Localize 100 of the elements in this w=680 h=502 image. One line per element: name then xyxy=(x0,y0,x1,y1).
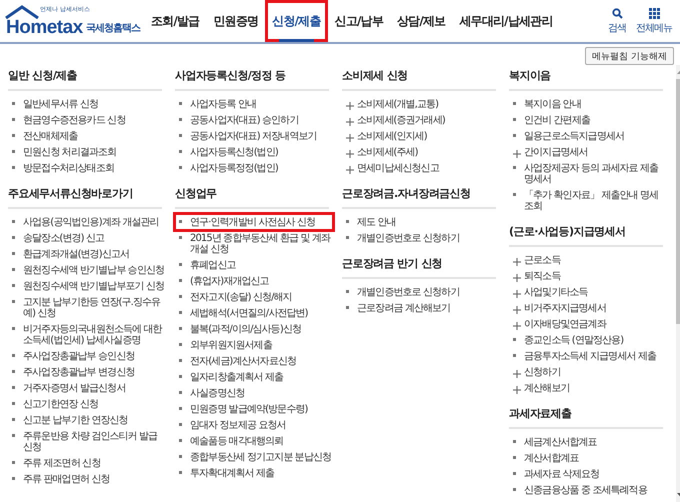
menu-link[interactable]: 원천징수세액 반기별납부 승인신청 xyxy=(23,264,164,276)
menu-link[interactable]: 주류 제조면허 신청 xyxy=(23,458,100,468)
menu-link[interactable]: 퇴직소득 xyxy=(524,270,560,282)
bullet-icon xyxy=(179,102,182,104)
menu-link[interactable]: 종교인소득 (연말정산용) xyxy=(524,334,624,346)
menu-link[interactable]: 송달장소(변경) 신고 xyxy=(23,232,104,244)
menu-link[interactable]: 공동사업자(대표) 승인하기 xyxy=(190,114,298,126)
logo-wordmark[interactable]: Hometax xyxy=(6,17,83,39)
menu-link[interactable]: 세금계산서합계표 xyxy=(524,436,597,448)
menu-link[interactable]: 계산해보기 xyxy=(524,382,570,394)
menu-link[interactable]: 소비제세(인지세) xyxy=(357,130,427,142)
bullet-icon xyxy=(346,306,349,308)
menu-link[interactable]: 신고분 납부기한 연장신청 xyxy=(23,414,128,426)
nav-tab[interactable]: 상담/제보 xyxy=(390,0,452,42)
menu-link[interactable]: (휴업자)재개업신고 xyxy=(190,276,269,286)
menu-link[interactable]: 민원증명 발급예약(방문수령) xyxy=(190,404,308,414)
bullet-icon xyxy=(179,278,182,282)
nav-tab[interactable]: 신청/제출 xyxy=(265,0,328,42)
menu-link[interactable]: 개별인증번호로 신청하기 xyxy=(357,286,460,298)
menu-link[interactable]: 일반세무서류 신청 xyxy=(23,98,98,110)
menu-link[interactable]: 세법해석(서면질의/사전답변) xyxy=(190,308,308,318)
menu-link[interactable]: 인건비 간편제출 xyxy=(524,114,590,126)
nav-tab[interactable]: 신고/납부 xyxy=(328,0,390,42)
plus-icon xyxy=(513,386,521,394)
menu-link[interactable]: 현금영수증전용카드 신청 xyxy=(23,114,126,126)
menu-link[interactable]: 소비제세(주세) xyxy=(357,146,418,158)
menu-link[interactable]: 전자고지(송달) 신청/해지 xyxy=(190,292,292,302)
menu-link[interactable]: 사업자등록 안내 xyxy=(190,98,256,110)
nav-tab[interactable]: 민원증명 xyxy=(206,0,266,42)
nav-tab[interactable]: 세무대리/납세관리 xyxy=(452,0,560,42)
menu-link[interactable]: 「추가 확인자료」 제출안내 명세 조회 xyxy=(524,190,667,212)
menu-link[interactable]: 비거주자지급명세서 xyxy=(524,302,606,314)
menu-link[interactable]: 소비제세(증권거래세) xyxy=(357,114,445,126)
menu-link[interactable]: 간이지급명세서 xyxy=(524,146,588,158)
section-heading: 복지이음 xyxy=(509,65,663,91)
menu-link[interactable]: 개별인증번호로 신청하기 xyxy=(357,232,460,244)
search-button[interactable]: 검색 xyxy=(606,8,628,34)
menu-link[interactable]: 복지이음 안내 xyxy=(524,98,581,110)
menu-link[interactable]: 근로소득 xyxy=(524,254,560,266)
menu-link[interactable]: 소비제세(개별,교통) xyxy=(357,98,438,110)
menu-link[interactable]: 과세자료 삭제요청 xyxy=(524,468,600,480)
bullet-icon xyxy=(12,434,15,436)
menu-link[interactable]: 불복(과적/이의/심사등)신청 xyxy=(190,324,302,334)
menu-link[interactable]: 예술품등 매각대행의뢰 xyxy=(190,436,284,446)
menu-link[interactable]: 민원신청 처리결과조회 xyxy=(23,146,116,158)
menu-link[interactable]: 주류운반용 차량 검인스티커 발급신청 xyxy=(23,430,166,452)
bullet-icon xyxy=(179,118,182,120)
menu-link[interactable]: 사실증명신청 xyxy=(190,388,245,398)
menu-link[interactable]: 주사업장총괄납부 승인신청 xyxy=(23,350,134,362)
bullet-icon xyxy=(12,220,15,222)
menu-link[interactable]: 계산서합계표 xyxy=(524,452,579,464)
menu-link[interactable]: 2015년 종합부동산세 환급 및 계좌개설 신청 xyxy=(190,232,333,254)
bullet-icon xyxy=(513,456,516,458)
menu-pin-button[interactable]: 메뉴펼침 기능해제 xyxy=(585,47,674,65)
menu-link[interactable]: 이자배당및연금계좌 xyxy=(524,318,606,330)
menu-link[interactable]: 사업자등록신청(법인) xyxy=(190,146,278,158)
all-menu-button[interactable]: 전체메뉴 xyxy=(634,8,674,34)
menu-link[interactable]: 비거주자등의국내원천소득에 대한 소득세(법인세) 납세사실증명 xyxy=(23,324,166,346)
bullet-icon xyxy=(12,166,15,168)
bullet-icon xyxy=(179,454,182,458)
menu-link[interactable]: 원천징수세액 반기별납부포기 신청 xyxy=(23,280,164,292)
menu-link[interactable]: 일자리창출계획서 제출 xyxy=(190,372,284,382)
menu-link[interactable]: 근로장려금 계산해보기 xyxy=(357,302,450,314)
bullet-icon xyxy=(513,338,516,340)
menu-link[interactable]: 공동사업자(대표) 저장내역보기 xyxy=(190,130,317,142)
menu-link[interactable]: 제도 안내 xyxy=(357,216,396,228)
menu-link[interactable]: 연구·인력개발비 사전심사 신청 xyxy=(190,216,316,228)
bullet-icon xyxy=(12,102,15,104)
menu-link[interactable]: 고지분 납부기한등 연장(구.징수유예) 신청 xyxy=(23,296,166,318)
menu-link[interactable]: 주사업장총괄납부 변경신청 xyxy=(23,366,134,378)
bullet-icon xyxy=(513,102,516,104)
menu-link[interactable]: 금융투자소득세 지급명세서 제출 xyxy=(524,350,656,362)
menu-link[interactable]: 사업용(공익법인용)계좌 개설관리 xyxy=(23,216,159,228)
menu-link[interactable]: 신종금융상품 중 조세특례적용 xyxy=(524,484,647,496)
bullet-icon xyxy=(12,252,15,254)
bullet-icon xyxy=(12,326,15,330)
bullet-icon xyxy=(12,268,15,270)
menu-link[interactable]: 방문접수처리상태조회 xyxy=(23,162,114,174)
menu-link[interactable]: 주류 판매업면허 신청 xyxy=(23,474,110,484)
section-heading: 사업자등록신청/정정 등 xyxy=(175,65,329,91)
menu-link[interactable]: 전자(세금)계산서자료신청 xyxy=(190,356,296,366)
menu-link[interactable]: 사업자등록정정(법인) xyxy=(190,162,278,174)
bullet-icon xyxy=(346,220,349,222)
menu-link[interactable]: 거주자증명서 발급신청서 xyxy=(23,382,126,394)
menu-link[interactable]: 면세미납세신청신고 xyxy=(357,162,439,174)
menu-link[interactable]: 휴폐업신고 xyxy=(190,260,236,270)
menu-link[interactable]: 전산매체제출 xyxy=(23,130,78,142)
menu-link[interactable]: 사업장제공자 등의 과세자료 제출명세서 xyxy=(524,162,667,184)
plus-icon xyxy=(513,306,521,314)
menu-link[interactable]: 투자확대계획서 제출 xyxy=(190,468,274,478)
menu-link[interactable]: 종합부동산세 정기고지분 분납신청 xyxy=(190,452,332,462)
menu-link[interactable]: 환급계좌개설(변경)신고서 xyxy=(23,248,130,260)
nav-tab[interactable]: 조회/발급 xyxy=(144,0,206,42)
menu-link[interactable]: 일용근로소득지급명세서 xyxy=(524,130,624,142)
menu-link[interactable]: 신청하기 xyxy=(524,366,560,378)
menu-link[interactable]: 임대자 정보제공 요청서 xyxy=(190,420,286,430)
menu-link[interactable]: 사업및기타소득 xyxy=(524,286,588,298)
menu-link[interactable]: 신고기한연장 신청 xyxy=(23,398,98,410)
bullet-icon xyxy=(12,460,15,464)
menu-link[interactable]: 외부위원지원서제출 xyxy=(190,340,272,350)
